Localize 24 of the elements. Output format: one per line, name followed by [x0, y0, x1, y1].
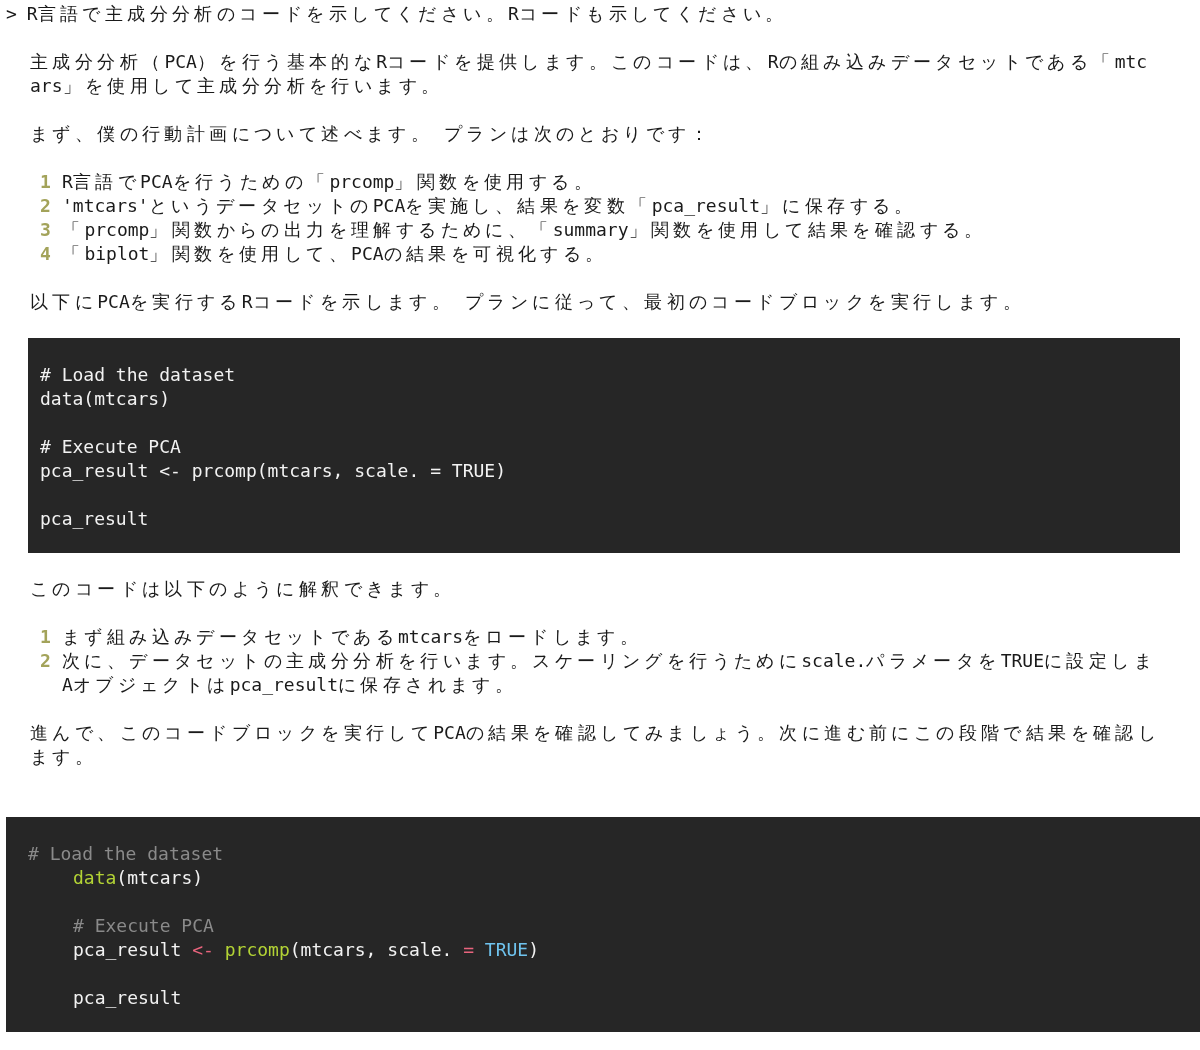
code-line: # Execute PCA [40, 435, 182, 459]
list-number: 2 [40, 649, 52, 673]
code-line: pca_result [72, 986, 183, 1010]
list-number: 4 [40, 242, 52, 266]
list-number: 1 [40, 625, 52, 649]
code-line: # Load the dataset [40, 363, 237, 387]
list-number: 3 [40, 218, 52, 242]
code-line: data(mtcars) [40, 387, 172, 411]
list-number: 1 [40, 170, 52, 194]
prompt-text: R言語で主成分分析のコードを示してください。Rコードも示してください。 [26, 2, 788, 26]
text-line: ます。 [30, 745, 99, 769]
text-line: まず、僕の行動計画について述べます。 プランは次のとおりです： [30, 122, 714, 146]
code-line: data(mtcars) [72, 866, 205, 890]
list-number: 2 [40, 194, 52, 218]
code-line: pca_result [40, 507, 150, 531]
text-line: ars」を使用して主成分分析を行います。 [30, 74, 445, 98]
code-line: pca_result <- prcomp(mtcars, scale. = TRUE) [72, 938, 541, 962]
list-item-text: 「prcomp」関数からの出力を理解するために、「summary」関数を使用して結果を確認する。 [62, 218, 988, 242]
code-line: pca_result <- prcomp(mtcars, scale. = TRUE) [40, 459, 507, 483]
prompt-symbol: > [6, 2, 17, 26]
list-item-text: 「biplot」関数を使用して、PCAの結果を可視化する。 [62, 242, 609, 266]
code-line: # Execute PCA [72, 914, 215, 938]
code-line: # Load the dataset [28, 842, 225, 866]
text-line: このコードは以下のように解釈できます。 [30, 577, 457, 601]
